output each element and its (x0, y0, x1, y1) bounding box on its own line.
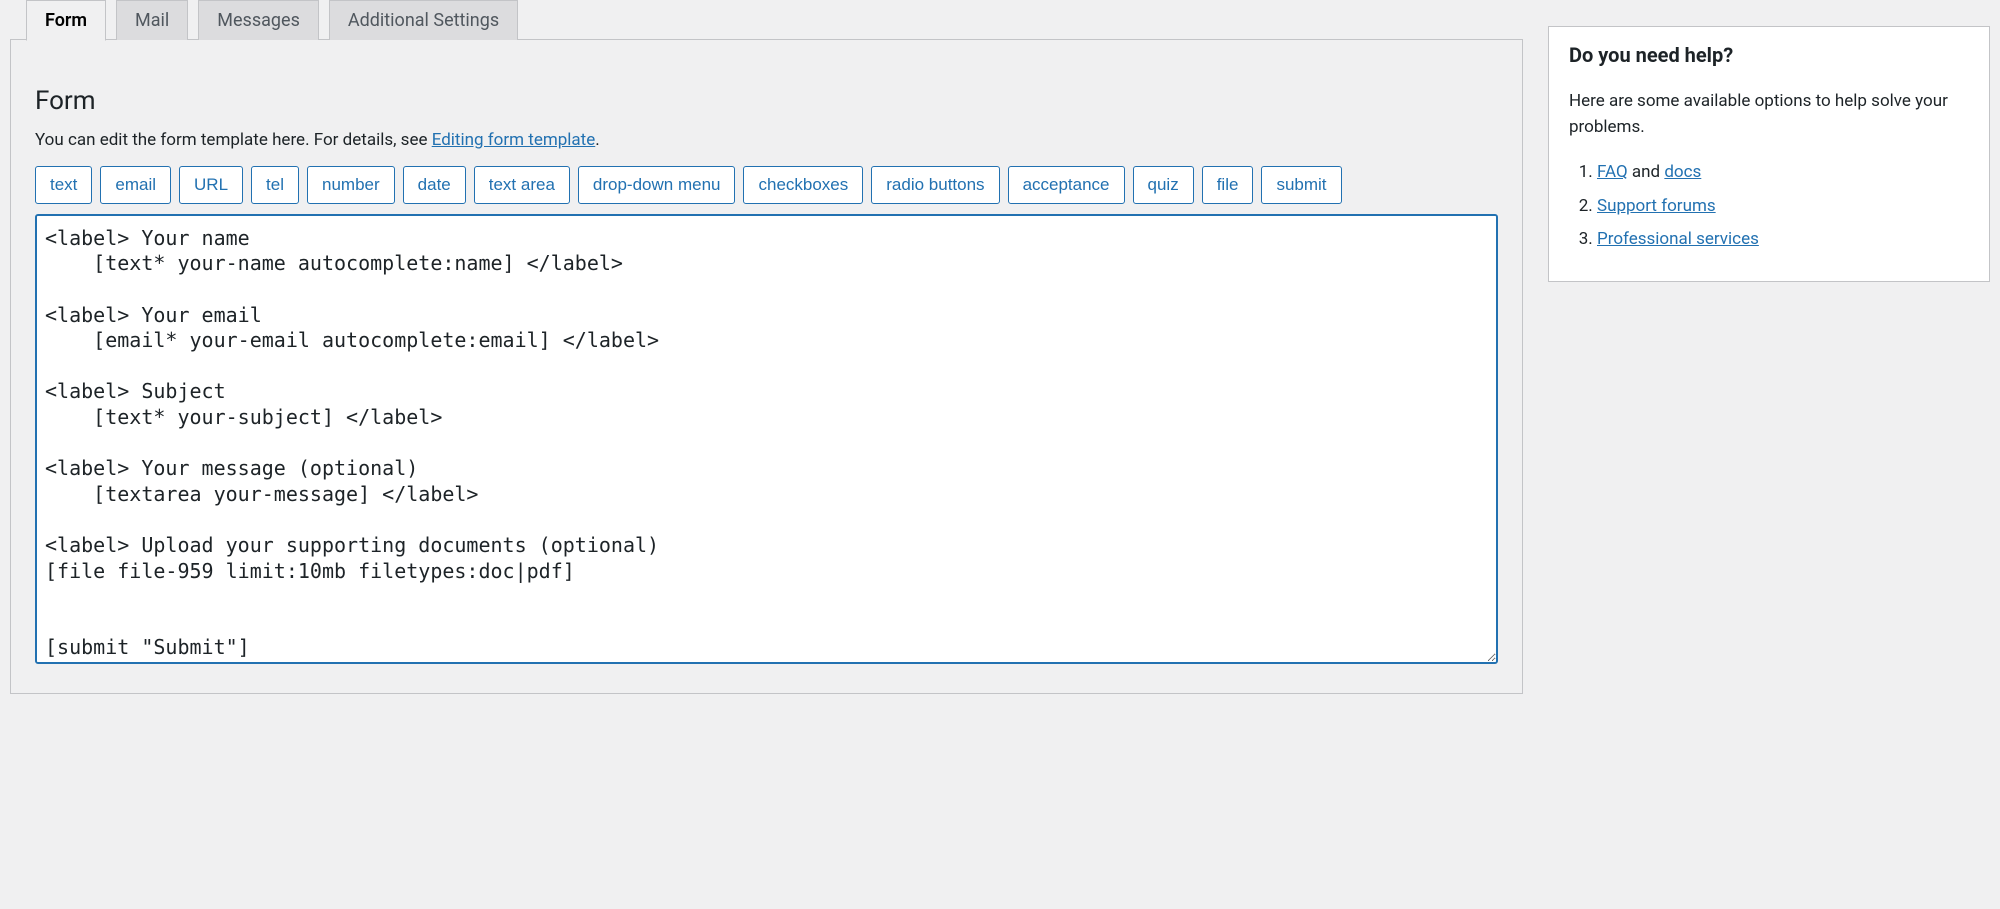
tab-mail[interactable]: Mail (116, 0, 188, 40)
panel-desc-suffix: . (595, 130, 599, 150)
tag-btn-textarea[interactable]: text area (474, 166, 570, 204)
form-template-textarea[interactable] (35, 214, 1498, 664)
professional-services-link[interactable]: Professional services (1597, 229, 1759, 249)
tag-btn-submit[interactable]: submit (1261, 166, 1341, 204)
tag-btn-number[interactable]: number (307, 166, 395, 204)
tab-messages[interactable]: Messages (198, 0, 319, 40)
tag-generator-buttons: text email URL tel number date text area… (35, 166, 1498, 204)
tag-btn-url[interactable]: URL (179, 166, 243, 204)
tab-form[interactable]: Form (26, 0, 106, 41)
help-list: FAQ and docs Support forums Professional… (1569, 160, 1969, 253)
help-box: Do you need help? Here are some availabl… (1548, 26, 1990, 282)
panel-description: You can edit the form template here. For… (35, 130, 1498, 150)
faq-link[interactable]: FAQ (1597, 162, 1628, 182)
support-forums-link[interactable]: Support forums (1597, 196, 1716, 216)
tag-btn-checkboxes[interactable]: checkboxes (743, 166, 863, 204)
help-item-support: Support forums (1597, 194, 1969, 220)
docs-link[interactable]: docs (1664, 162, 1701, 182)
tag-btn-text[interactable]: text (35, 166, 92, 204)
help-box-desc: Here are some available options to help … (1569, 89, 1969, 140)
tab-additional-settings[interactable]: Additional Settings (329, 0, 518, 40)
help-item-professional: Professional services (1597, 227, 1969, 253)
tag-btn-tel[interactable]: tel (251, 166, 299, 204)
editing-form-template-link[interactable]: Editing form template (432, 130, 596, 150)
tag-btn-file[interactable]: file (1202, 166, 1254, 204)
tag-btn-quiz[interactable]: quiz (1133, 166, 1194, 204)
help-item-faq-docs: FAQ and docs (1597, 160, 1969, 186)
tabs: Form Mail Messages Additional Settings (10, 0, 1523, 40)
help-item-sep: and (1628, 162, 1665, 182)
tag-btn-radio[interactable]: radio buttons (871, 166, 999, 204)
tag-btn-acceptance[interactable]: acceptance (1008, 166, 1125, 204)
tag-btn-email[interactable]: email (100, 166, 171, 204)
panel-title: Form (35, 40, 1498, 116)
tag-btn-date[interactable]: date (403, 166, 466, 204)
panel-desc-text: You can edit the form template here. For… (35, 130, 432, 150)
tag-btn-dropdown[interactable]: drop-down menu (578, 166, 736, 204)
help-box-title: Do you need help? (1569, 43, 1969, 67)
form-panel: Form You can edit the form template here… (10, 39, 1523, 694)
